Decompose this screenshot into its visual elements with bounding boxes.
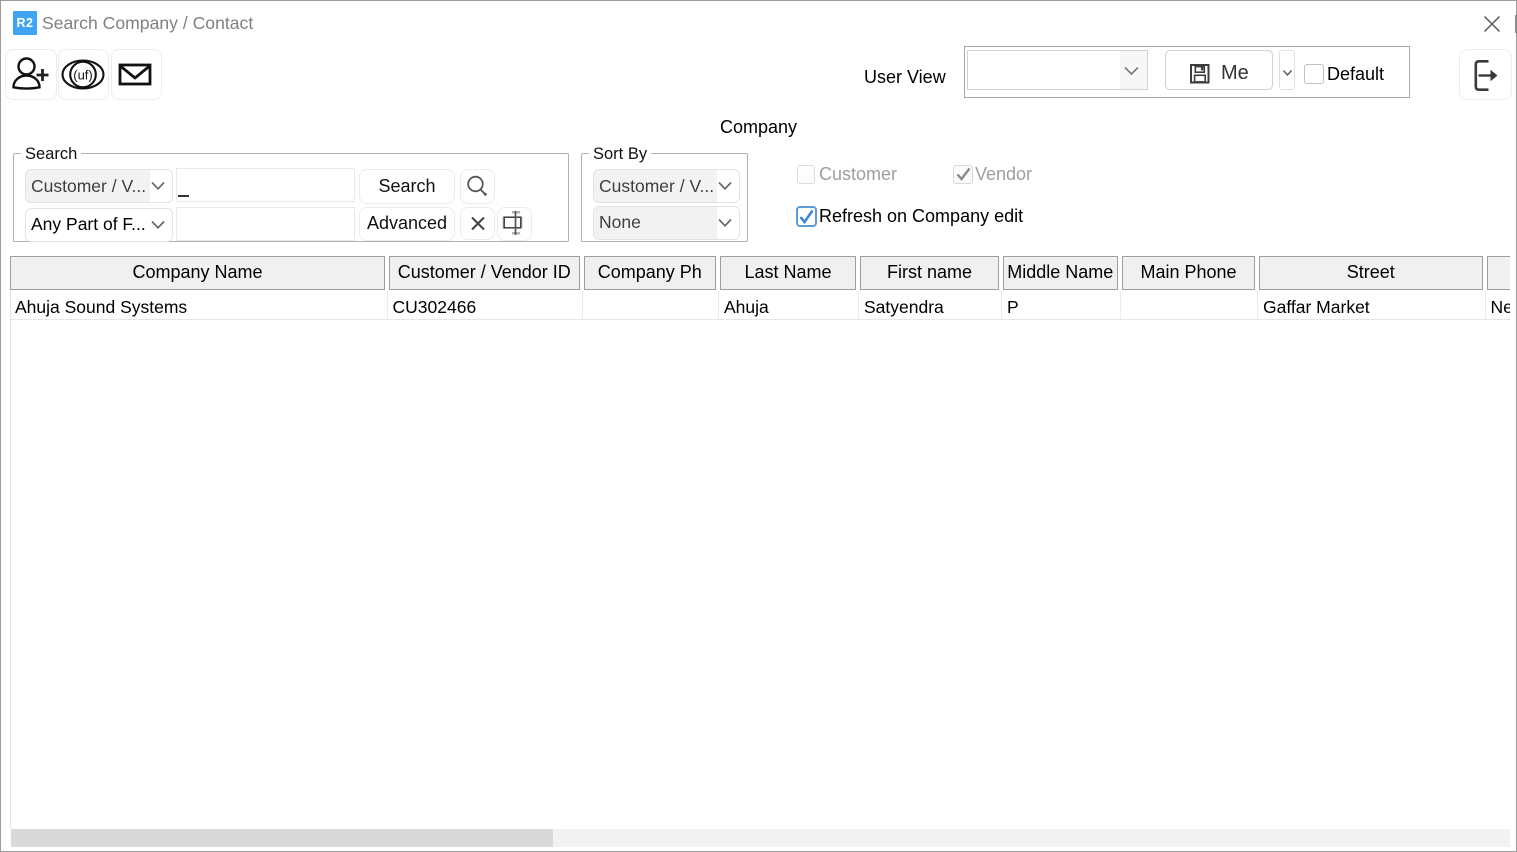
svg-text:(uf): (uf) xyxy=(73,68,93,83)
